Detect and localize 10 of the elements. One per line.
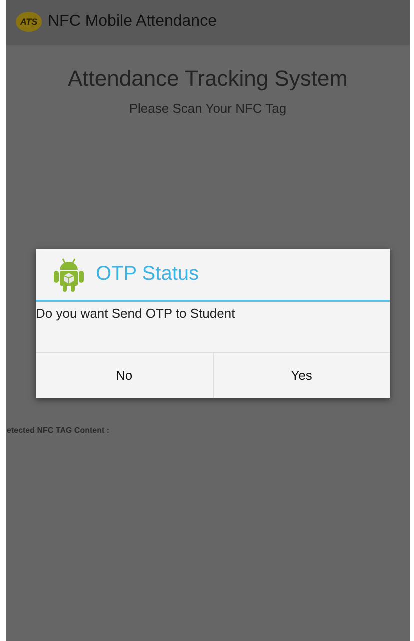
heading: Attendance Tracking System	[66, 66, 350, 92]
android-icon	[54, 258, 84, 292]
dialog-button[interactable]: No	[36, 353, 212, 398]
app-title: NFC Mobile Attendance	[48, 13, 217, 31]
subheading: Please Scan Your NFC Tag	[128, 101, 288, 116]
dialog-message: Do you want Send OTP to Student	[36, 305, 236, 323]
tag-content-label: etected NFC TAG Content :	[7, 426, 110, 435]
dialog-button[interactable]: Yes	[212, 353, 390, 398]
dialog-title: OTP Status	[96, 263, 200, 286]
app-logo: ATS	[16, 12, 42, 32]
